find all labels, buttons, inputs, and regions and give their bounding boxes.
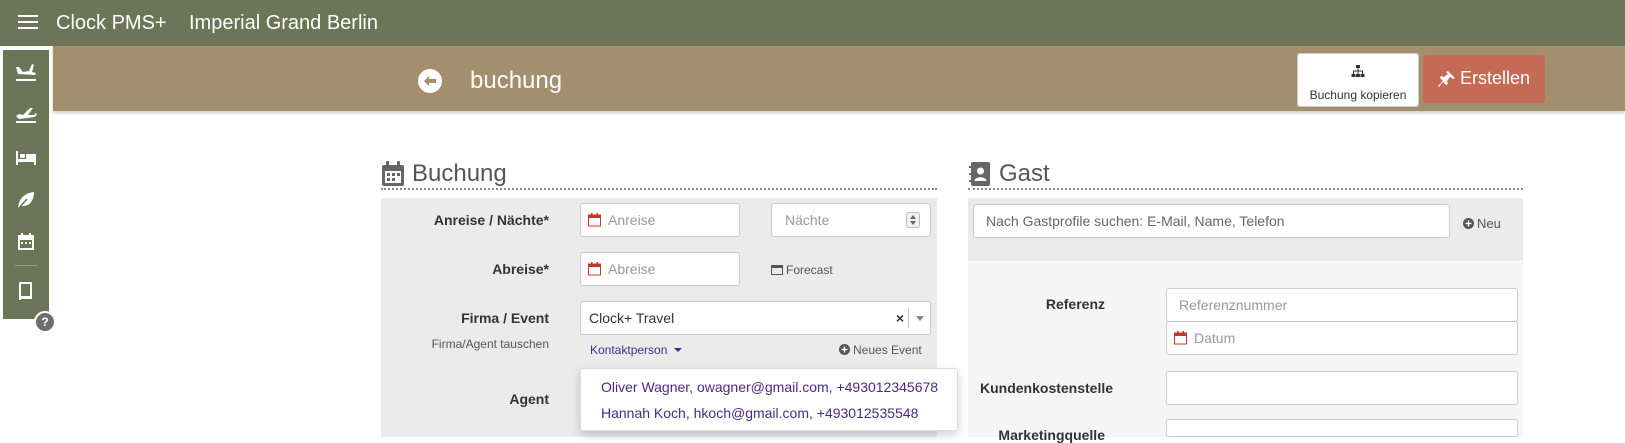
calendar-icon xyxy=(588,213,601,227)
company-event-label: Firma / Event xyxy=(461,310,549,326)
departure-date-input[interactable]: Abreise xyxy=(580,252,740,286)
agent-label: Agent xyxy=(509,391,549,407)
reference-label: Referenz xyxy=(1045,296,1105,312)
book-icon[interactable] xyxy=(3,276,49,306)
create-button[interactable]: Erstellen xyxy=(1423,55,1545,103)
bed-icon[interactable] xyxy=(3,142,49,172)
reference-number-placeholder: Referenznummer xyxy=(1179,297,1288,313)
plus-circle-icon xyxy=(839,344,850,355)
marketing-source-select[interactable] xyxy=(1166,419,1518,437)
company-event-value: Clock+ Travel xyxy=(589,310,675,326)
cost-center-label: Kundenkostenstelle xyxy=(980,380,1114,396)
reference-number-input[interactable]: Referenznummer xyxy=(1166,288,1518,322)
reference-date-input[interactable]: Datum xyxy=(1166,321,1518,355)
guest-search-placeholder: Nach Gastprofile suchen: E-Mail, Name, T… xyxy=(986,213,1285,229)
app-name: Clock PMS+ xyxy=(56,12,167,34)
top-bar: Clock PMS+ Imperial Grand Berlin xyxy=(0,0,1625,46)
chevron-down-icon[interactable] xyxy=(908,308,930,328)
arrival-date-placeholder: Anreise xyxy=(608,212,656,228)
plus-circle-icon xyxy=(1463,218,1474,229)
hamburger-menu-icon[interactable] xyxy=(18,12,38,30)
nights-placeholder: Nächte xyxy=(785,212,830,228)
sidebar-divider xyxy=(15,265,37,266)
address-book-icon xyxy=(969,162,990,186)
marketing-source-label: Marketingquelle xyxy=(998,427,1105,443)
calendar-icon xyxy=(588,262,601,276)
calendar-icon xyxy=(1174,331,1187,345)
departure-label: Abreise* xyxy=(492,261,549,277)
nights-input[interactable]: Nächte xyxy=(771,203,931,237)
new-guest-label: Neu xyxy=(1477,216,1501,231)
create-label: Erstellen xyxy=(1460,68,1531,88)
reference-date-placeholder: Datum xyxy=(1194,330,1236,346)
booking-section-title: Buchung xyxy=(412,160,507,187)
leaf-icon[interactable] xyxy=(3,185,49,215)
thumbtack-icon xyxy=(1438,71,1455,87)
contact-person-menu: Oliver Wagner, owagner@gmail.com, +49301… xyxy=(580,368,958,431)
new-event-link[interactable]: Neues Event xyxy=(839,343,922,357)
new-guest-link[interactable]: Neu xyxy=(1463,216,1501,231)
booking-section-header: Buchung xyxy=(381,158,937,190)
company-event-select[interactable]: Clock+ Travel × xyxy=(580,301,931,335)
sidebar xyxy=(3,50,49,319)
contact-option[interactable]: Hannah Koch, hkoch@gmail.com, +493012535… xyxy=(601,405,918,421)
new-event-label: Neues Event xyxy=(853,343,922,357)
nights-spinner[interactable] xyxy=(906,212,920,228)
contact-person-dropdown[interactable]: Kontaktperson xyxy=(590,343,682,357)
contact-option[interactable]: Oliver Wagner, owagner@gmail.com, +49301… xyxy=(601,379,938,395)
back-arrow-icon[interactable] xyxy=(417,68,443,94)
copy-booking-label: Buchung kopieren xyxy=(1309,88,1407,102)
guest-search-input[interactable]: Nach Gastprofile suchen: E-Mail, Name, T… xyxy=(973,204,1450,238)
swap-company-agent-link[interactable]: Firma/Agent tauschen xyxy=(390,337,549,351)
guest-section-header: Gast xyxy=(968,158,1523,190)
plane-arrival-icon[interactable] xyxy=(3,57,49,87)
calendar-icon xyxy=(771,265,783,275)
arrival-date-input[interactable]: Anreise xyxy=(580,203,740,237)
forecast-label: Forecast xyxy=(786,263,833,277)
calendar-icon[interactable] xyxy=(3,227,49,257)
clear-icon[interactable]: × xyxy=(896,302,904,334)
forecast-link[interactable]: Forecast xyxy=(771,263,833,277)
plane-departure-icon[interactable] xyxy=(3,99,49,129)
calendar-icon xyxy=(382,161,404,186)
copy-booking-button[interactable]: Buchung kopieren xyxy=(1297,53,1419,107)
sitemap-icon xyxy=(1351,65,1365,77)
departure-date-placeholder: Abreise xyxy=(608,261,656,277)
help-icon[interactable]: ? xyxy=(34,311,56,333)
page-title: buchung xyxy=(470,67,563,94)
arrival-nights-label: Anreise / Nächte* xyxy=(433,212,549,228)
caret-down-icon xyxy=(673,348,682,352)
hotel-name[interactable]: Imperial Grand Berlin xyxy=(189,12,378,35)
guest-section-title: Gast xyxy=(999,160,1050,187)
page-header: buchung Buchung kopieren Erstellen xyxy=(53,46,1625,111)
contact-person-label: Kontaktperson xyxy=(590,343,668,357)
cost-center-input[interactable] xyxy=(1166,371,1518,405)
